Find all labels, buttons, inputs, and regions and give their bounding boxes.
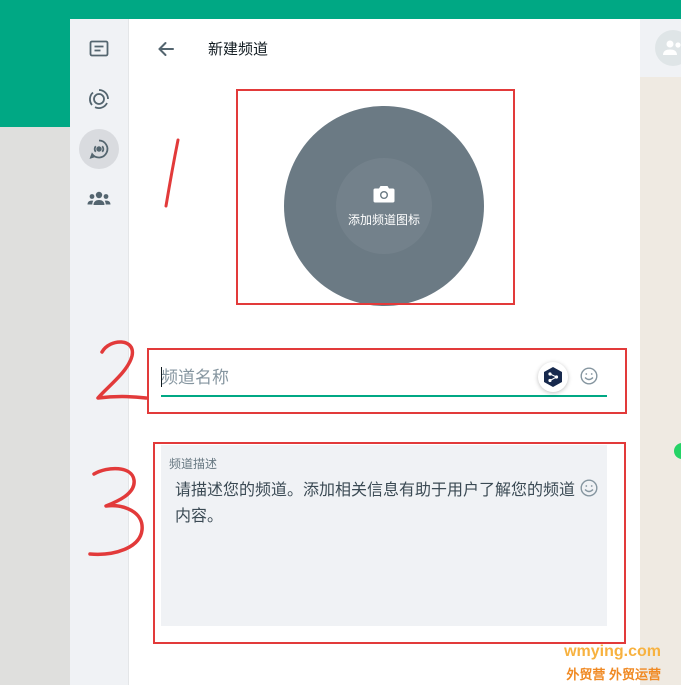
watermark-tagline: 外贸营 外贸运营 [566, 667, 661, 682]
status-ring-icon [89, 89, 109, 109]
nav-rail [70, 19, 129, 685]
page-background [0, 127, 70, 685]
description-placeholder: 请描述您的频道。添加相关信息有助于用户了解您的频道内容。 [175, 482, 576, 525]
camera-icon [373, 185, 395, 202]
channel-name-input[interactable] [161, 365, 531, 391]
group-avatar-icon [663, 40, 681, 55]
watermark-domain: wmying.com [564, 643, 661, 660]
rail-item-status[interactable] [79, 79, 119, 119]
text-caret [161, 367, 162, 387]
rail-item-communities[interactable] [79, 179, 119, 219]
page-title: 新建频道 [208, 41, 269, 58]
message-square-icon [89, 40, 109, 57]
channel-description-field[interactable]: 频道描述 请描述您的频道。添加相关信息有助于用户了解您的频道内容。 [161, 445, 607, 626]
rail-item-channels[interactable] [79, 129, 119, 169]
rail-item-chats[interactable] [79, 29, 119, 69]
channel-icon [89, 139, 109, 159]
extension-badge[interactable] [538, 362, 568, 392]
description-emoji-button[interactable] [579, 478, 599, 498]
people-group-icon [87, 191, 111, 205]
arrow-left-icon [158, 42, 174, 56]
description-label: 频道描述 [169, 457, 218, 471]
emoji-icon [580, 367, 598, 385]
add-channel-icon-label: 添加频道图标 [347, 212, 420, 227]
emoji-icon [580, 479, 598, 497]
channel-placeholder-icon [336, 158, 432, 254]
chat-background [640, 19, 681, 685]
extension-logo-icon [544, 367, 562, 387]
back-button[interactable] [153, 36, 179, 62]
name-emoji-button[interactable] [579, 366, 599, 386]
channel-icon-picker[interactable]: 添加频道图标 [284, 106, 484, 306]
channel-name-field [161, 361, 607, 397]
